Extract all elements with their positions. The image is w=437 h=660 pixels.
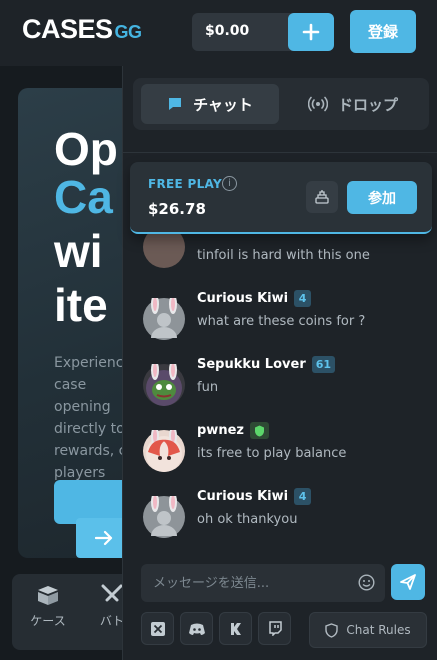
chat-message-text: what are these coins for ?: [197, 314, 366, 329]
free-play-rain-button[interactable]: [306, 181, 338, 213]
level-badge: [249, 422, 269, 439]
hero-title-line-3: wi: [54, 225, 103, 277]
chat-message-text: oh ok thankyou: [197, 512, 298, 527]
site-logo[interactable]: CASES GG: [22, 14, 142, 45]
logo-suffix: GG: [114, 22, 143, 42]
chat-tab-bar: チャット ドロップ: [133, 78, 429, 130]
free-play-label: FREE PLAY: [148, 177, 222, 191]
box-icon: [38, 586, 58, 605]
avatar[interactable]: [143, 298, 185, 340]
list-item: Curious Kiwi 4 what are these coins for ?: [143, 290, 433, 350]
hero-title-line-2: Ca: [54, 171, 113, 223]
list-item: Curious Kiwi 4 oh ok thankyou: [143, 488, 433, 548]
chat-username[interactable]: Curious Kiwi 4: [197, 488, 312, 505]
free-play-join-button[interactable]: 参加: [347, 181, 417, 214]
pepe-bunny-avatar-icon: [146, 364, 182, 406]
chat-input-box: [141, 564, 385, 602]
shield-icon: [325, 622, 339, 638]
tab-chat[interactable]: チャット: [141, 84, 279, 124]
swords-icon: [101, 584, 123, 602]
anime-bunny-avatar-icon: [146, 430, 182, 472]
username-text: pwnez: [197, 423, 244, 438]
broadcast-icon: [307, 96, 328, 112]
send-button[interactable]: [391, 564, 425, 600]
chat-rules-label: Chat Rules: [346, 623, 411, 637]
list-item: pwnez its free to play balance: [143, 422, 433, 482]
hero-title-line-4: ite: [54, 279, 108, 331]
chat-rules-button[interactable]: Chat Rules: [309, 612, 427, 648]
deposit-button[interactable]: [288, 13, 334, 51]
free-play-amount: $26.78: [148, 200, 206, 218]
twitch-social-button[interactable]: [258, 612, 291, 645]
balance-display[interactable]: $0.00: [192, 13, 334, 51]
emoji-icon[interactable]: [358, 574, 375, 591]
plus-icon: [302, 23, 320, 41]
kick-social-button[interactable]: [219, 612, 252, 645]
send-icon: [400, 574, 416, 590]
level-badge: 4: [294, 488, 312, 505]
chat-username[interactable]: pwnez: [197, 422, 269, 439]
x-social-button[interactable]: [141, 612, 174, 645]
discord-social-button[interactable]: [180, 612, 213, 645]
level-badge: 61: [311, 356, 336, 373]
list-item: tinfoil is hard with this one: [143, 226, 433, 294]
register-button[interactable]: 登録: [350, 10, 416, 53]
kick-icon: [230, 622, 241, 635]
tab-chat-label: チャット: [193, 95, 253, 114]
bunny-avatar-icon: [146, 298, 182, 340]
chat-divider: [123, 152, 437, 153]
bottom-tab-battles-label: バト: [99, 614, 125, 628]
discord-icon: [188, 623, 205, 635]
username-text: Curious Kiwi: [197, 489, 289, 504]
chat-message-text: its free to play balance: [197, 446, 347, 461]
money-stack-icon: [315, 190, 329, 204]
bottom-tab-cases-label: ケース: [30, 614, 66, 628]
username-text: Curious Kiwi: [197, 291, 289, 306]
tab-drops-label: ドロップ: [337, 95, 398, 114]
bunny-avatar-icon: [146, 496, 182, 538]
avatar[interactable]: [143, 430, 185, 472]
chat-message-text: fun: [197, 380, 219, 395]
logo-main: CASES: [22, 14, 113, 44]
avatar[interactable]: [143, 496, 185, 538]
chat-username[interactable]: Sepukku Lover 61: [197, 356, 336, 373]
chat-username[interactable]: Curious Kiwi 4: [197, 290, 312, 307]
bottom-tab-cases[interactable]: ケース: [18, 584, 78, 629]
chat-message-text: tinfoil is hard with this one: [197, 248, 370, 263]
free-play-card: FREE PLAY i $26.78 参加: [130, 162, 432, 234]
balance-amount: $0.00: [205, 23, 250, 39]
avatar[interactable]: [143, 364, 185, 406]
twitch-icon: [268, 621, 282, 636]
chat-message-input[interactable]: [153, 564, 353, 602]
info-icon[interactable]: i: [222, 176, 237, 191]
chat-bubble-icon: [169, 98, 182, 110]
username-text: Sepukku Lover: [197, 357, 306, 372]
top-header: CASES GG $0.00 登録: [0, 0, 437, 66]
level-badge: 4: [294, 290, 312, 307]
shield-icon: [254, 425, 264, 436]
chat-panel: チャット ドロップ tinfoil is hard with this one …: [122, 66, 437, 660]
arrow-right-icon: [95, 530, 113, 546]
x-icon: [150, 621, 165, 636]
tab-drops[interactable]: ドロップ: [283, 84, 423, 124]
hero-title-line-1: Op: [54, 123, 118, 175]
list-item: Sepukku Lover 61 fun: [143, 356, 433, 416]
